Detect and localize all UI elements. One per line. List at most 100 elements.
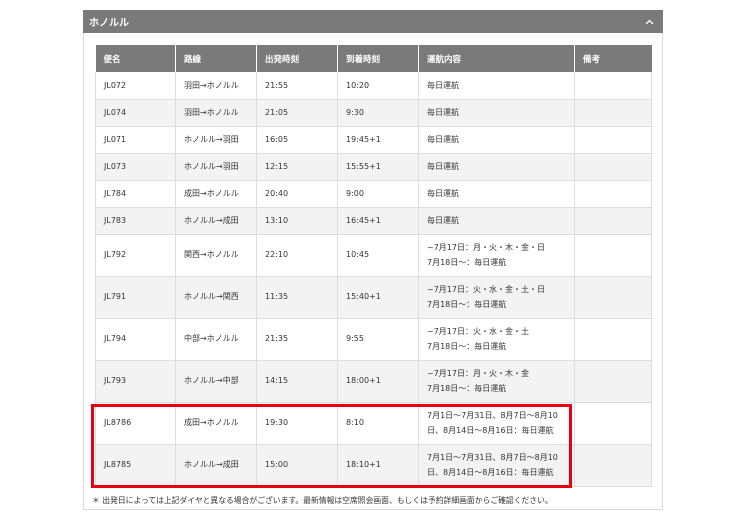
table-row: JL072 羽田→ホノルル 21:55 10:20 毎日運航 xyxy=(95,72,652,100)
cell-route: 羽田→ホノルル xyxy=(175,99,257,127)
cell-operation: ~7月17日：火・水・金・土 7月18日～：毎日運航 xyxy=(418,318,575,361)
operation-line: ~7月17日：月・火・木・金 xyxy=(427,368,529,378)
panel-body: 便名 路線 出発時刻 到着時刻 運航内容 備考 JL072 羽田→ホノルル 21:5… xyxy=(83,33,663,510)
flight-schedule-table: 便名 路線 出発時刻 到着時刻 運航内容 備考 JL072 羽田→ホノルル 21:5… xyxy=(95,45,652,487)
cell-departure: 11:35 xyxy=(256,276,338,319)
cell-flight: JL073 xyxy=(95,153,176,181)
cell-operation: ~7月17日：月・火・木・金 7月18日～：毎日運航 xyxy=(418,360,575,403)
cell-operation: 毎日運航 xyxy=(418,207,575,235)
cell-arrival: 9:30 xyxy=(337,99,419,127)
cell-flight: JL783 xyxy=(95,207,176,235)
operation-line: ~7月17日：火・水・金・土 xyxy=(427,326,529,336)
operation-line: 7月1日～7月31日、8月7日～8月10 xyxy=(427,452,558,462)
cell-departure: 21:35 xyxy=(256,318,338,361)
cell-route: ホノルル→成田 xyxy=(175,444,257,487)
cell-departure: 13:10 xyxy=(256,207,338,235)
cell-flight: JL792 xyxy=(95,234,176,277)
cell-route: 羽田→ホノルル xyxy=(175,72,257,100)
cell-remarks xyxy=(574,126,652,154)
table-header-row: 便名 路線 出発時刻 到着時刻 運航内容 備考 xyxy=(95,45,652,72)
cell-arrival: 9:00 xyxy=(337,180,419,208)
operation-line: 毎日運航 xyxy=(427,161,459,171)
cell-departure: 15:00 xyxy=(256,444,338,487)
cell-arrival: 18:00+1 xyxy=(337,360,419,403)
cell-departure: 14:15 xyxy=(256,360,338,403)
table-body: JL072 羽田→ホノルル 21:55 10:20 毎日運航 JL074 羽田→ホノルル 21… xyxy=(95,72,652,487)
header-route: 路線 xyxy=(175,45,257,72)
operation-line: 毎日運航 xyxy=(427,107,459,117)
cell-flight: JL072 xyxy=(95,72,176,100)
table-row: JL791 ホノルル→関西 11:35 15:40+1 ~7月17日：火・水・金・土・日… xyxy=(95,276,652,319)
cell-arrival: 15:55+1 xyxy=(337,153,419,181)
header-arrival: 到着時刻 xyxy=(337,45,419,72)
cell-arrival: 10:20 xyxy=(337,72,419,100)
operation-line: 7月18日～：毎日運航 xyxy=(427,384,507,393)
operation-line: 毎日運航 xyxy=(427,215,459,225)
operation-line: 7月18日～：毎日運航 xyxy=(427,258,507,267)
header-remarks: 備考 xyxy=(574,45,652,72)
cell-arrival: 18:10+1 xyxy=(337,444,419,487)
cell-remarks xyxy=(574,360,652,403)
cell-route: 成田→ホノルル xyxy=(175,402,257,445)
operation-line: 7月18日～：毎日運航 xyxy=(427,300,507,309)
header-flight: 便名 xyxy=(95,45,176,72)
table-row: JL783 ホノルル→成田 13:10 16:45+1 毎日運航 xyxy=(95,207,652,235)
cell-remarks xyxy=(574,444,652,487)
cell-departure: 16:05 xyxy=(256,126,338,154)
cell-arrival: 8:10 xyxy=(337,402,419,445)
table-row: JL8785 ホノルル→成田 15:00 18:10+1 7月1日～7月31日、8月7日… xyxy=(95,444,652,487)
cell-arrival: 15:40+1 xyxy=(337,276,419,319)
table-row: JL074 羽田→ホノルル 21:05 9:30 毎日運航 xyxy=(95,99,652,127)
cell-arrival: 10:45 xyxy=(337,234,419,277)
panel-header[interactable]: ホノルル xyxy=(83,10,663,33)
table-row: JL793 ホノルル→中部 14:15 18:00+1 ~7月17日：月・火・木・金 7月… xyxy=(95,360,652,403)
cell-remarks xyxy=(574,234,652,277)
cell-remarks xyxy=(574,402,652,445)
table-row: JL073 ホノルル→羽田 12:15 15:55+1 毎日運航 xyxy=(95,153,652,181)
cell-departure: 21:05 xyxy=(256,99,338,127)
cell-operation: ~7月17日：月・火・木・金・日 7月18日～：毎日運航 xyxy=(418,234,575,277)
operation-line: 日、8月14日～8月16日：毎日運航 xyxy=(427,468,554,477)
cell-route: ホノルル→成田 xyxy=(175,207,257,235)
honolulu-panel: ホノルル 便名 路線 出発時刻 到着時刻 運航内容 備考 JL072 羽田→ホノ… xyxy=(83,10,663,510)
cell-flight: JL071 xyxy=(95,126,176,154)
cell-operation: 毎日運航 xyxy=(418,99,575,127)
cell-operation: 毎日運航 xyxy=(418,153,575,181)
operation-line: ~7月17日：火・水・金・土・日 xyxy=(427,284,545,294)
cell-route: ホノルル→関西 xyxy=(175,276,257,319)
cell-flight: JL791 xyxy=(95,276,176,319)
cell-flight: JL793 xyxy=(95,360,176,403)
cell-remarks xyxy=(574,180,652,208)
cell-route: 中部→ホノルル xyxy=(175,318,257,361)
panel-title: ホノルル xyxy=(89,18,129,29)
chevron-up-icon[interactable] xyxy=(643,16,655,28)
cell-operation: 毎日運航 xyxy=(418,72,575,100)
cell-departure: 20:40 xyxy=(256,180,338,208)
cell-departure: 12:15 xyxy=(256,153,338,181)
header-operation: 運航内容 xyxy=(418,45,575,72)
cell-remarks xyxy=(574,99,652,127)
cell-route: 関西→ホノルル xyxy=(175,234,257,277)
table-row: JL071 ホノルル→羽田 16:05 19:45+1 毎日運航 xyxy=(95,126,652,154)
table-row: JL8786 成田→ホノルル 19:30 8:10 7月1日～7月31日、8月7日～8月… xyxy=(95,402,652,445)
cell-flight: JL8785 xyxy=(95,444,176,487)
cell-arrival: 16:45+1 xyxy=(337,207,419,235)
cell-arrival: 19:45+1 xyxy=(337,126,419,154)
cell-route: ホノルル→中部 xyxy=(175,360,257,403)
cell-flight: JL074 xyxy=(95,99,176,127)
cell-operation: 毎日運航 xyxy=(418,180,575,208)
cell-route: ホノルル→羽田 xyxy=(175,126,257,154)
cell-operation: ~7月17日：火・水・金・土・日 7月18日～：毎日運航 xyxy=(418,276,575,319)
cell-route: ホノルル→羽田 xyxy=(175,153,257,181)
cell-departure: 21:55 xyxy=(256,72,338,100)
header-departure: 出発時刻 xyxy=(256,45,338,72)
cell-operation: 毎日運航 xyxy=(418,126,575,154)
operation-line: 毎日運航 xyxy=(427,80,459,90)
cell-departure: 19:30 xyxy=(256,402,338,445)
cell-departure: 22:10 xyxy=(256,234,338,277)
operation-line: ~7月17日：月・火・木・金・日 xyxy=(427,242,545,252)
cell-remarks xyxy=(574,153,652,181)
footnote: ＊ 出発日によっては上記ダイヤと異なる場合がございます。最新情報は空席照会画面、… xyxy=(92,496,553,505)
operation-line: 7月18日～：毎日運航 xyxy=(427,342,507,351)
operation-line: 日、8月14日～8月16日：毎日運航 xyxy=(427,426,554,435)
